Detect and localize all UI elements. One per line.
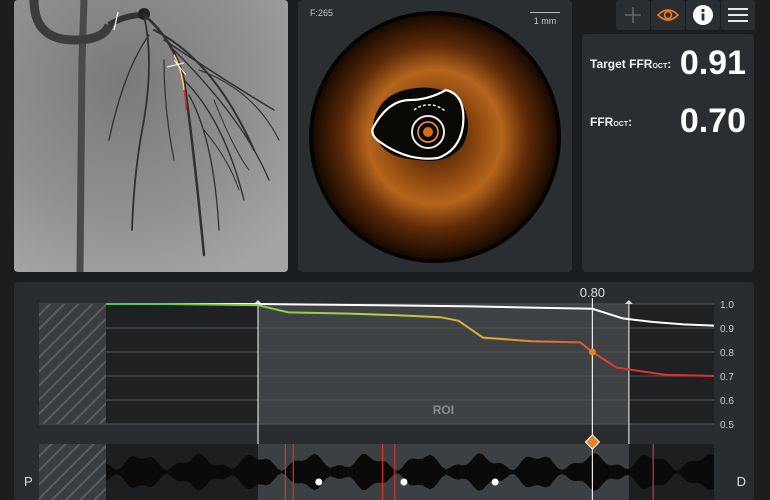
add-button[interactable] — [616, 0, 650, 30]
target-ffr-label: Target FFROCT: — [590, 56, 672, 71]
scale-bar-label: 1 mm — [533, 16, 557, 26]
ffr-pullback-graph[interactable]: 1.0 0.9 0.8 0.7 0.6 0.5 0.80 ROI P D — [14, 282, 754, 500]
visibility-button[interactable] — [651, 0, 685, 30]
angiography-view[interactable] — [14, 0, 288, 272]
menu-icon — [728, 8, 748, 22]
hatched-excluded-bottom — [39, 444, 106, 500]
scale-bar: 1 mm — [530, 12, 560, 26]
cursor-value-label: 0.80 — [580, 285, 605, 300]
oct-image — [309, 11, 561, 263]
y-tick-label: 0.5 — [720, 420, 734, 431]
y-tick-label: 0.6 — [720, 396, 734, 407]
target-ffr-value: 0.91 — [679, 44, 746, 82]
eye-icon — [657, 9, 679, 21]
y-axis-ticks: 1.0 0.9 0.8 0.7 0.6 0.5 — [720, 300, 734, 431]
y-tick-label: 0.7 — [720, 372, 734, 383]
oct-cross-section-view[interactable]: F:265 1 mm — [298, 0, 572, 272]
info-button[interactable] — [686, 0, 720, 30]
excluded-region — [39, 304, 106, 500]
angiography-image — [14, 0, 288, 272]
ffr-oct-row: FFROCT: 0.70 — [590, 102, 746, 141]
frame-number: F:265 — [310, 8, 334, 18]
ffr-oct-label: FFROCT: — [590, 114, 633, 129]
target-ffr-row: Target FFROCT: 0.91 — [590, 44, 746, 83]
y-tick-label: 0.9 — [720, 324, 734, 335]
info-icon — [693, 5, 713, 25]
branch-marker — [315, 478, 323, 486]
distal-label: D — [736, 474, 746, 489]
menu-button[interactable] — [721, 0, 755, 30]
cursor-point — [588, 348, 596, 356]
branch-marker — [400, 478, 408, 486]
roi-label: ROI — [433, 403, 454, 417]
y-tick-label: 0.8 — [720, 348, 734, 359]
lumen-profile — [106, 444, 714, 500]
hatched-excluded-top — [39, 304, 106, 424]
plus-icon — [625, 7, 641, 23]
roi-right-handle — [624, 300, 633, 304]
ffr-values-panel: Target FFROCT: 0.91 FFROCT: 0.70 — [582, 34, 754, 272]
branch-marker — [491, 478, 499, 486]
ffr-oct-value: 0.70 — [679, 102, 746, 140]
ffr-chart[interactable]: 1.0 0.9 0.8 0.7 0.6 0.5 0.80 ROI — [14, 282, 754, 500]
y-tick-label: 1.0 — [720, 300, 734, 311]
proximal-label: P — [24, 474, 33, 489]
